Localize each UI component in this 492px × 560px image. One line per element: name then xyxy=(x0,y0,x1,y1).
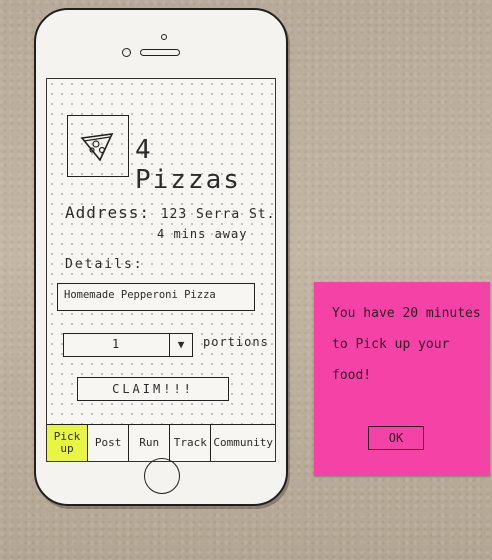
address-value: 123 Serra St. xyxy=(160,207,276,222)
distance-text: 4 mins away xyxy=(157,227,248,241)
popup-message: You have 20 minutes to Pick up your food… xyxy=(332,306,481,383)
claim-button[interactable]: CLAIM!!! xyxy=(77,377,229,401)
tab-bar: Pick up Post Run Track Community xyxy=(47,424,275,461)
popup-note: You have 20 minutes to Pick up your food… xyxy=(314,282,490,476)
address-line: Address: 123 Serra St. xyxy=(65,203,275,222)
portion-value: 1 xyxy=(112,337,120,351)
food-image xyxy=(67,115,129,177)
dropdown-arrow-icon[interactable]: ▼ xyxy=(169,334,192,356)
food-title: 4 Pizzas xyxy=(135,135,241,195)
speaker-icon xyxy=(140,49,180,56)
address-label: Address: xyxy=(65,203,151,222)
portion-dropdown[interactable]: 1 ▼ xyxy=(63,333,193,357)
details-text: Homemade Pepperoni Pizza xyxy=(64,289,216,301)
tab-community[interactable]: Community xyxy=(211,425,275,461)
portions-label: portions xyxy=(203,335,269,349)
phone-frame: 4 Pizzas Address: 123 Serra St. 4 mins a… xyxy=(34,8,288,506)
tab-track[interactable]: Track xyxy=(170,425,212,461)
app-screen: 4 Pizzas Address: 123 Serra St. 4 mins a… xyxy=(46,78,276,462)
ok-button[interactable]: OK xyxy=(368,426,424,450)
tab-post[interactable]: Post xyxy=(88,425,130,461)
home-button[interactable] xyxy=(144,458,180,494)
details-field: Homemade Pepperoni Pizza xyxy=(57,283,255,311)
details-label: Details: xyxy=(65,257,144,272)
front-sensor-icon xyxy=(122,48,131,57)
pizza-slice-icon xyxy=(80,133,114,162)
tab-pick-up[interactable]: Pick up xyxy=(47,425,89,461)
camera-icon xyxy=(161,34,167,40)
tab-run[interactable]: Run xyxy=(129,425,171,461)
